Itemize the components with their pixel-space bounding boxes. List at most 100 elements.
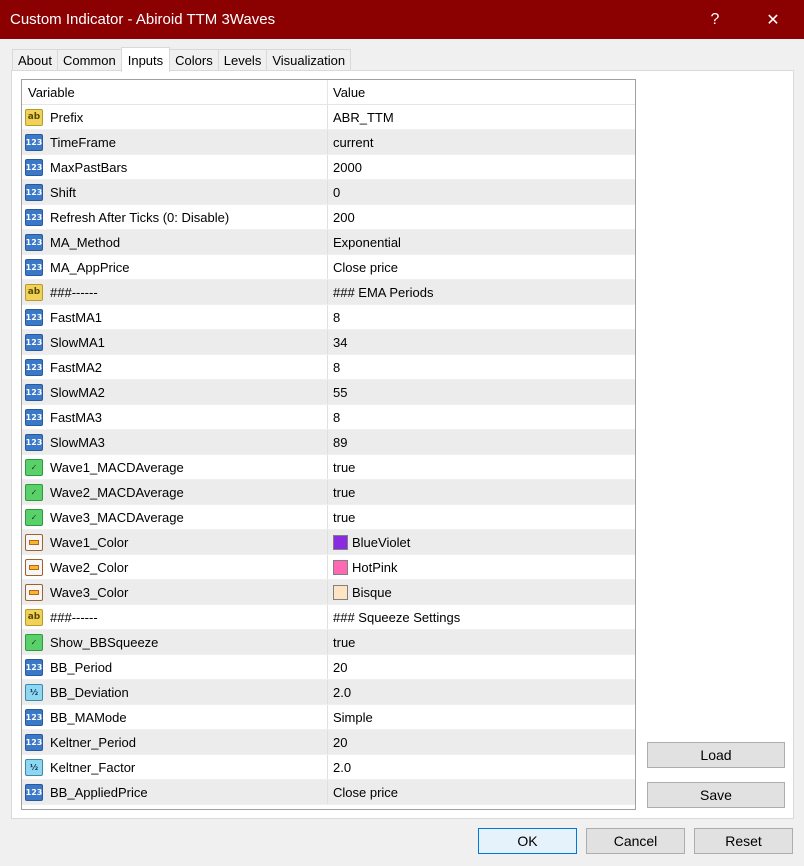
- variable-cell[interactable]: 123 BB_Period: [22, 655, 328, 679]
- variable-cell[interactable]: 123 Refresh After Ticks (0: Disable): [22, 205, 328, 229]
- value-cell[interactable]: BlueViolet: [328, 530, 635, 554]
- table-row[interactable]: 123 SlowMA2 55: [22, 380, 635, 405]
- variable-cell[interactable]: 123 SlowMA2: [22, 380, 328, 404]
- variable-cell[interactable]: 123 SlowMA3: [22, 430, 328, 454]
- value-cell[interactable]: HotPink: [328, 555, 635, 579]
- table-row[interactable]: ab ###------ ### EMA Periods: [22, 280, 635, 305]
- table-row[interactable]: 123 BB_Period 20: [22, 655, 635, 680]
- table-row[interactable]: ✓ Show_BBSqueeze true: [22, 630, 635, 655]
- variable-cell[interactable]: 123 TimeFrame: [22, 130, 328, 154]
- table-row[interactable]: Wave3_Color Bisque: [22, 580, 635, 605]
- value-cell[interactable]: 2000: [328, 155, 635, 179]
- table-row[interactable]: 123 SlowMA1 34: [22, 330, 635, 355]
- table-row[interactable]: 123 Refresh After Ticks (0: Disable) 200: [22, 205, 635, 230]
- variable-cell[interactable]: 123 FastMA2: [22, 355, 328, 379]
- value-cell[interactable]: 20: [328, 655, 635, 679]
- variable-cell[interactable]: ✓ Wave3_MACDAverage: [22, 505, 328, 529]
- variable-cell[interactable]: ½ Keltner_Factor: [22, 755, 328, 779]
- variable-cell[interactable]: 123 BB_MAMode: [22, 705, 328, 729]
- value-cell[interactable]: 2.0: [328, 680, 635, 704]
- tab-inputs[interactable]: Inputs: [120, 47, 171, 72]
- value-cell[interactable]: current: [328, 130, 635, 154]
- value-cell[interactable]: 0: [328, 180, 635, 204]
- table-row[interactable]: 123 Keltner_Period 20: [22, 730, 635, 755]
- value-cell[interactable]: 34: [328, 330, 635, 354]
- variable-cell[interactable]: 123 Shift: [22, 180, 328, 204]
- ok-button[interactable]: OK: [478, 828, 577, 854]
- variable-cell[interactable]: 123 Keltner_Period: [22, 730, 328, 754]
- value-cell[interactable]: Close price: [328, 255, 635, 279]
- save-button[interactable]: Save: [647, 782, 785, 808]
- variable-cell[interactable]: ✓ Show_BBSqueeze: [22, 630, 328, 654]
- table-row[interactable]: 123 FastMA1 8: [22, 305, 635, 330]
- table-row[interactable]: ab Prefix ABR_TTM: [22, 105, 635, 130]
- value-cell[interactable]: Exponential: [328, 230, 635, 254]
- variable-cell[interactable]: 123 MaxPastBars: [22, 155, 328, 179]
- table-row[interactable]: ½ BB_Deviation 2.0: [22, 680, 635, 705]
- help-button[interactable]: ?: [692, 0, 738, 39]
- value-cell[interactable]: 20: [328, 730, 635, 754]
- tab-common[interactable]: Common: [56, 49, 122, 71]
- table-row[interactable]: ✓ Wave1_MACDAverage true: [22, 455, 635, 480]
- cancel-button[interactable]: Cancel: [586, 828, 685, 854]
- reset-button[interactable]: Reset: [694, 828, 793, 854]
- variable-cell[interactable]: ab ###------: [22, 605, 328, 629]
- variable-cell[interactable]: 123 FastMA3: [22, 405, 328, 429]
- variable-cell[interactable]: 123 BB_AppliedPrice: [22, 780, 328, 804]
- value-cell[interactable]: 89: [328, 430, 635, 454]
- table-row[interactable]: ✓ Wave2_MACDAverage true: [22, 480, 635, 505]
- table-row[interactable]: 123 BB_MAMode Simple: [22, 705, 635, 730]
- table-row[interactable]: 123 FastMA2 8: [22, 355, 635, 380]
- value-cell[interactable]: Simple: [328, 705, 635, 729]
- table-row[interactable]: 123 SlowMA3 89: [22, 430, 635, 455]
- table-row[interactable]: 123 MaxPastBars 2000: [22, 155, 635, 180]
- variable-cell[interactable]: 123 SlowMA1: [22, 330, 328, 354]
- table-row[interactable]: ✓ Wave3_MACDAverage true: [22, 505, 635, 530]
- value-cell[interactable]: Close price: [328, 780, 635, 804]
- table-row[interactable]: 123 BB_AppliedPrice Close price: [22, 780, 635, 805]
- variable-cell[interactable]: 123 MA_AppPrice: [22, 255, 328, 279]
- value-cell[interactable]: true: [328, 505, 635, 529]
- variable-cell[interactable]: 123 MA_Method: [22, 230, 328, 254]
- value-cell[interactable]: ### EMA Periods: [328, 280, 635, 304]
- value-cell[interactable]: true: [328, 630, 635, 654]
- column-header-variable[interactable]: Variable: [22, 80, 328, 104]
- variable-cell[interactable]: ab ###------: [22, 280, 328, 304]
- value-cell[interactable]: 200: [328, 205, 635, 229]
- table-row[interactable]: 123 Shift 0: [22, 180, 635, 205]
- table-row[interactable]: Wave1_Color BlueViolet: [22, 530, 635, 555]
- variable-cell[interactable]: Wave3_Color: [22, 580, 328, 604]
- value-cell[interactable]: 2.0: [328, 755, 635, 779]
- value-cell[interactable]: 8: [328, 355, 635, 379]
- value-cell[interactable]: true: [328, 455, 635, 479]
- tab-visualization[interactable]: Visualization: [266, 49, 352, 71]
- variable-cell[interactable]: ab Prefix: [22, 105, 328, 129]
- tab-levels[interactable]: Levels: [217, 49, 268, 71]
- variable-cell[interactable]: Wave1_Color: [22, 530, 328, 554]
- table-row[interactable]: 123 TimeFrame current: [22, 130, 635, 155]
- tab-about[interactable]: About: [12, 49, 58, 71]
- table-row[interactable]: 123 FastMA3 8: [22, 405, 635, 430]
- variable-cell[interactable]: 123 FastMA1: [22, 305, 328, 329]
- value-cell[interactable]: Bisque: [328, 580, 635, 604]
- variable-cell[interactable]: Wave2_Color: [22, 555, 328, 579]
- value-cell[interactable]: 55: [328, 380, 635, 404]
- variable-cell[interactable]: ½ BB_Deviation: [22, 680, 328, 704]
- integer-type-icon: 123: [25, 308, 43, 326]
- close-button[interactable]: ✕: [750, 0, 796, 39]
- column-header-value[interactable]: Value: [328, 80, 635, 104]
- value-cell[interactable]: ### Squeeze Settings: [328, 605, 635, 629]
- variable-cell[interactable]: ✓ Wave2_MACDAverage: [22, 480, 328, 504]
- value-cell[interactable]: ABR_TTM: [328, 105, 635, 129]
- value-cell[interactable]: 8: [328, 405, 635, 429]
- value-cell[interactable]: 8: [328, 305, 635, 329]
- table-row[interactable]: 123 MA_Method Exponential: [22, 230, 635, 255]
- tab-colors[interactable]: Colors: [169, 49, 219, 71]
- value-cell[interactable]: true: [328, 480, 635, 504]
- load-button[interactable]: Load: [647, 742, 785, 768]
- table-row[interactable]: ab ###------ ### Squeeze Settings: [22, 605, 635, 630]
- table-row[interactable]: 123 MA_AppPrice Close price: [22, 255, 635, 280]
- table-row[interactable]: ½ Keltner_Factor 2.0: [22, 755, 635, 780]
- table-row[interactable]: Wave2_Color HotPink: [22, 555, 635, 580]
- variable-cell[interactable]: ✓ Wave1_MACDAverage: [22, 455, 328, 479]
